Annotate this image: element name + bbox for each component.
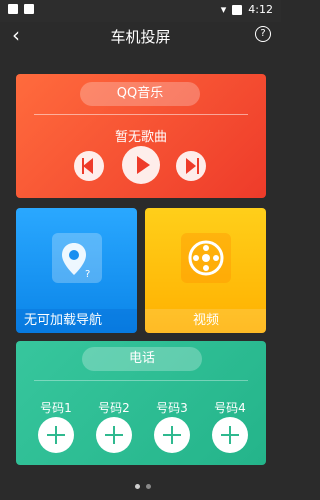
location-pin-icon: ? <box>52 233 102 283</box>
number-slot-label: 号码2 <box>98 401 130 415</box>
page-dot <box>146 484 151 489</box>
page-dot-active <box>135 484 140 489</box>
qq-music-title: QQ音乐 <box>80 82 200 106</box>
a-icon <box>24 4 34 14</box>
app-bar: ‹ 车机投屏 ? <box>0 22 281 50</box>
navigation-label: 无可加载导航 <box>16 309 137 333</box>
next-track-button[interactable] <box>176 151 206 181</box>
film-reel-icon <box>181 233 231 283</box>
page-title: 车机投屏 <box>110 28 171 46</box>
divider <box>34 114 248 115</box>
add-number-4-button[interactable] <box>212 417 248 453</box>
previous-track-button[interactable] <box>74 151 104 181</box>
navigation-tile[interactable]: ? 无可加载导航 <box>16 208 137 333</box>
wifi-icon: ▾ <box>220 3 227 16</box>
number-slot-label: 号码1 <box>40 401 72 415</box>
svg-text:?: ? <box>85 269 90 280</box>
add-number-1-button[interactable] <box>38 417 74 453</box>
status-bar: ▾ 4:12 <box>0 0 281 22</box>
page-indicator <box>135 484 151 489</box>
song-title: 暂无歌曲 <box>114 130 167 145</box>
qq-music-card[interactable]: QQ音乐 暂无歌曲 <box>16 74 266 198</box>
video-tile[interactable]: 视频 <box>145 208 266 333</box>
clock: 4:12 <box>248 3 273 16</box>
battery-icon <box>232 4 243 15</box>
divider <box>34 380 248 381</box>
number-slot-label: 号码4 <box>214 401 246 415</box>
add-number-3-button[interactable] <box>154 417 190 453</box>
image-icon <box>8 4 18 14</box>
add-number-2-button[interactable] <box>96 417 132 453</box>
main-content: QQ音乐 暂无歌曲 ? 无可加载导航 视频 电话 号码1 号码2 号码3 号码4 <box>0 50 281 500</box>
play-button[interactable] <box>122 146 160 184</box>
help-icon[interactable]: ? <box>255 26 271 42</box>
phone-card: 电话 号码1 号码2 号码3 号码4 <box>16 341 266 465</box>
phone-title: 电话 <box>82 347 202 371</box>
number-slot-label: 号码3 <box>156 401 188 415</box>
video-label: 视频 <box>145 309 266 333</box>
